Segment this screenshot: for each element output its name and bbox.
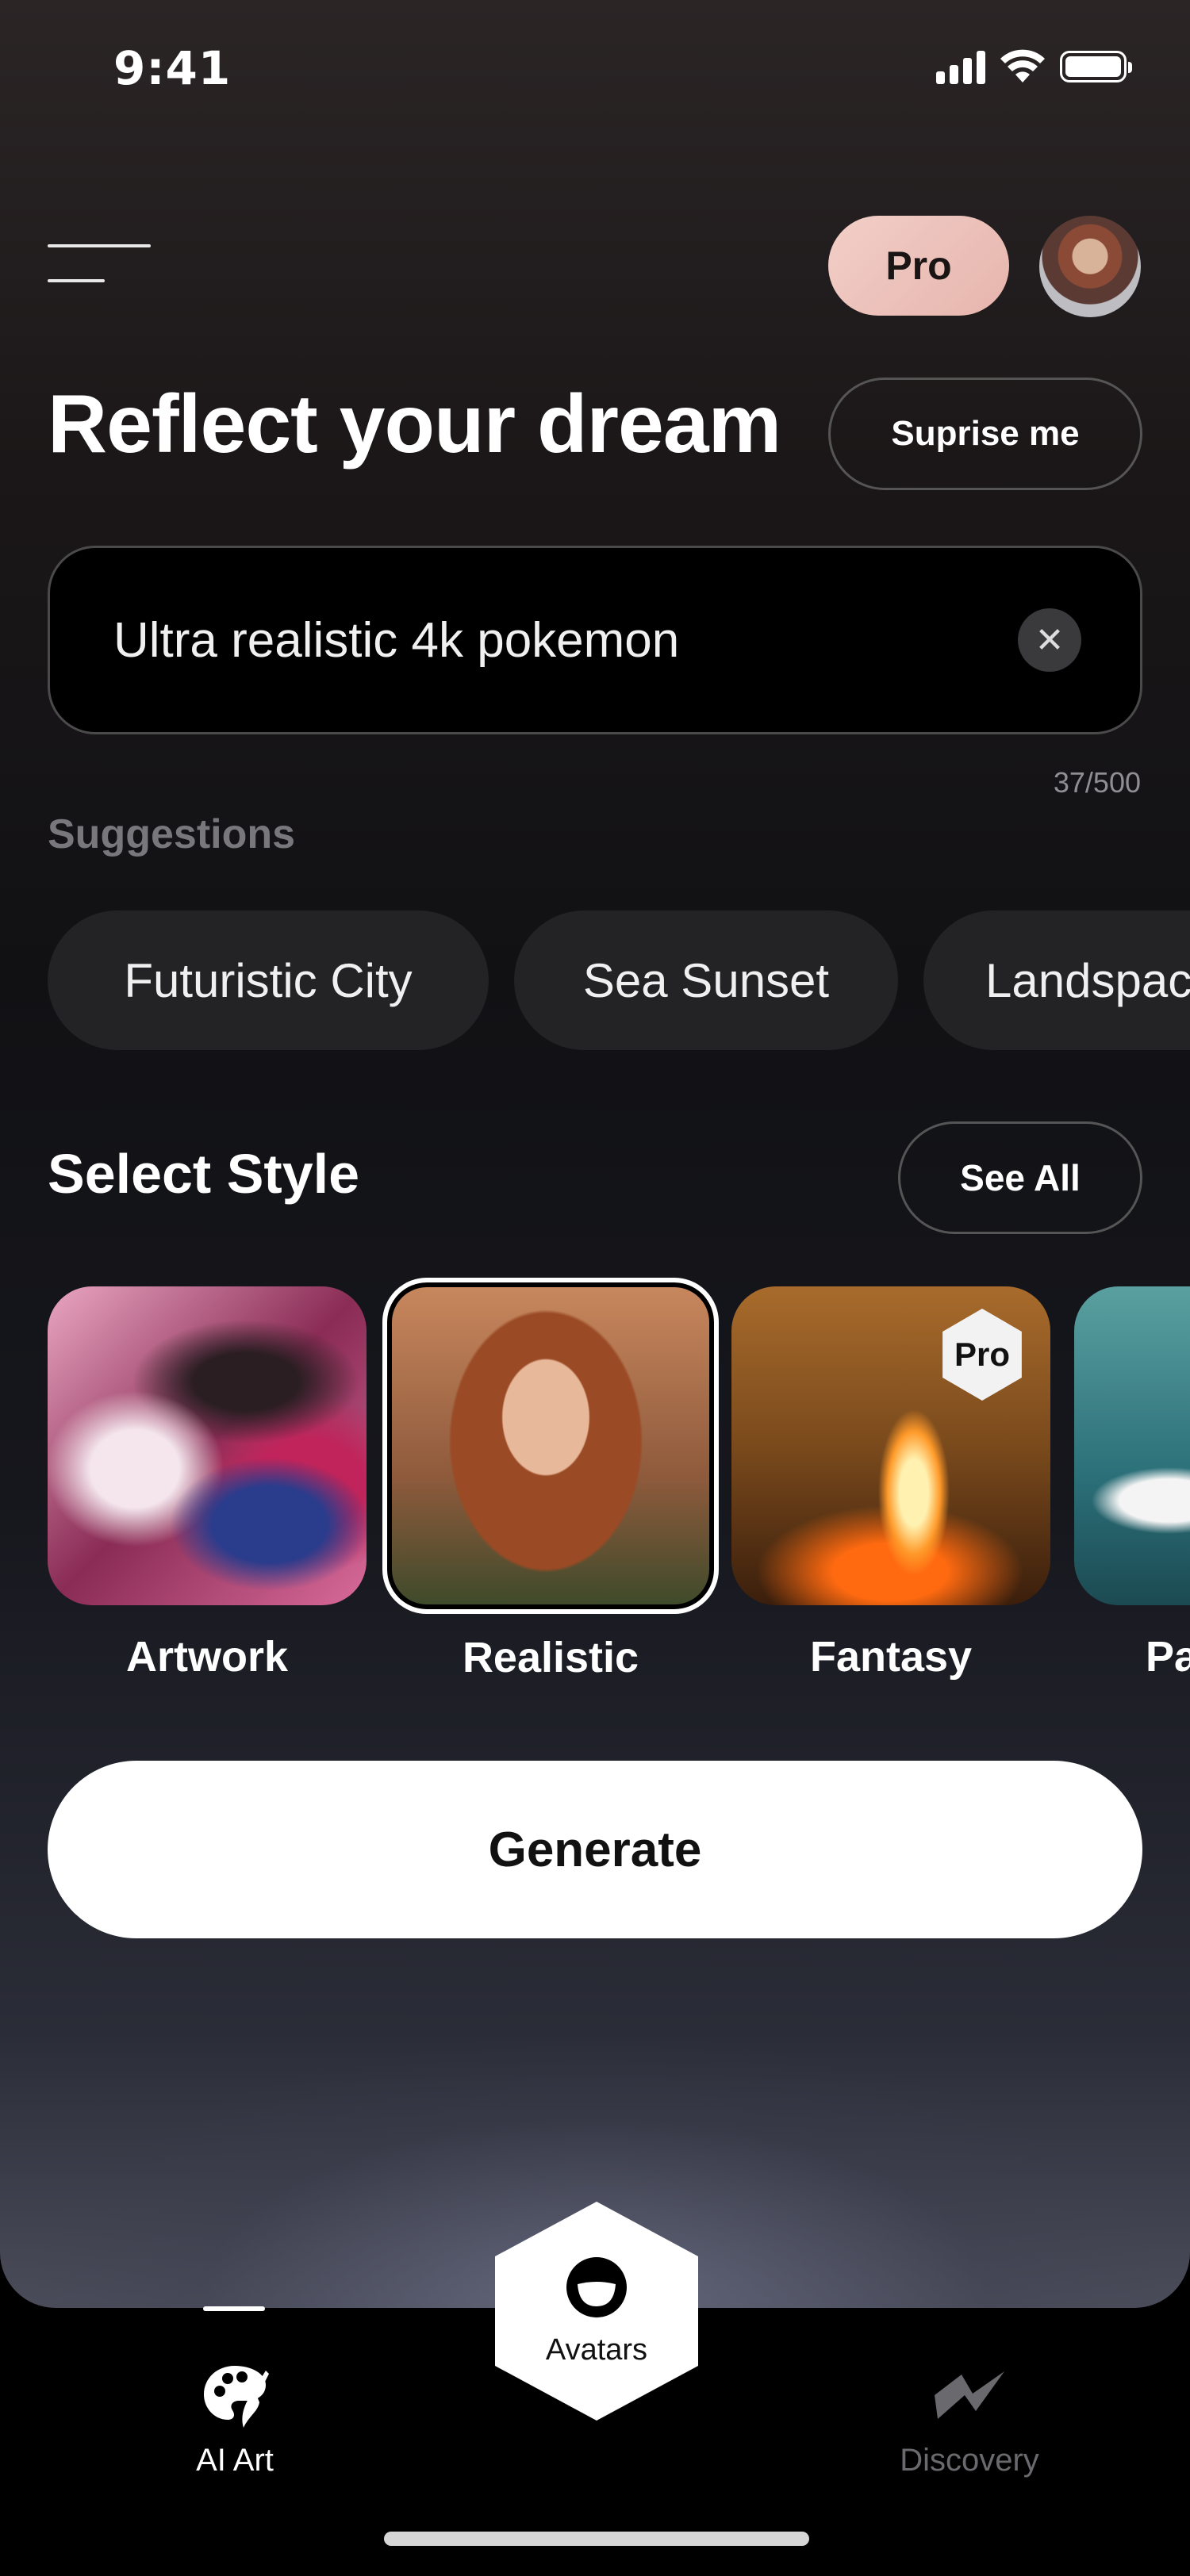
tab-label: Avatars <box>545 2333 648 2367</box>
screen: 9:41 Pro Reflect your dream Suprise me U… <box>0 0 1190 2576</box>
user-avatar[interactable] <box>1039 216 1141 317</box>
tab-discovery[interactable]: Discovery <box>866 2356 1073 2478</box>
style-card-partial[interactable]: Pa <box>1074 1286 1190 1681</box>
suggestion-chip[interactable]: Sea Sunset <box>514 910 898 1050</box>
clear-icon[interactable]: ✕ <box>1018 608 1081 672</box>
select-style-title: Select Style <box>48 1143 359 1205</box>
pro-badge: Pro <box>942 1309 1022 1401</box>
suggestions-label: Suggestions <box>48 811 296 857</box>
prompt-text[interactable]: Ultra realistic 4k pokemon <box>113 548 679 732</box>
wifi-icon <box>1000 49 1045 82</box>
style-label: Fantasy <box>809 1633 973 1681</box>
suggestion-chip[interactable]: Landspac <box>923 910 1190 1050</box>
style-label: Artwork <box>125 1633 289 1681</box>
character-count: 37/500 <box>1053 766 1141 799</box>
active-tab-indicator <box>203 2306 265 2311</box>
surprise-me-button[interactable]: Suprise me <box>828 378 1142 490</box>
style-card-artwork[interactable]: Artwork <box>48 1286 367 1681</box>
home-indicator <box>384 2532 809 2546</box>
page-title: Reflect your dream <box>48 378 781 470</box>
tab-label: Discovery <box>900 2443 1039 2478</box>
style-label: Realistic <box>462 1634 639 1681</box>
prompt-input[interactable]: Ultra realistic 4k pokemon ✕ <box>48 546 1142 734</box>
style-card-realistic[interactable]: Realistic <box>382 1278 719 1682</box>
fantasy-thumbnail: Pro <box>731 1286 1050 1605</box>
artwork-thumbnail <box>48 1286 367 1605</box>
menu-icon[interactable] <box>48 238 151 286</box>
tab-label: AI Art <box>196 2443 274 2478</box>
main-panel: 9:41 Pro Reflect your dream Suprise me U… <box>0 0 1190 2308</box>
generate-button[interactable]: Generate <box>48 1761 1142 1938</box>
realistic-thumbnail <box>382 1278 719 1614</box>
suggestion-chip[interactable]: Futuristic City <box>48 910 489 1050</box>
lightning-icon <box>866 2356 1073 2435</box>
tab-ai-art[interactable]: AI Art <box>132 2356 338 2478</box>
cellular-signal-icon <box>936 49 985 84</box>
see-all-button[interactable]: See All <box>898 1121 1142 1234</box>
style-card-fantasy[interactable]: Pro Fantasy <box>731 1286 1050 1681</box>
pro-button[interactable]: Pro <box>828 216 1009 316</box>
status-time: 9:41 <box>113 41 232 95</box>
avatar-face-icon <box>565 2256 628 2322</box>
style-label: Pa <box>1146 1633 1190 1681</box>
palette-icon <box>132 2356 338 2435</box>
status-icons <box>936 49 1132 84</box>
partial-style-thumbnail <box>1074 1286 1190 1605</box>
battery-icon <box>1060 51 1132 82</box>
